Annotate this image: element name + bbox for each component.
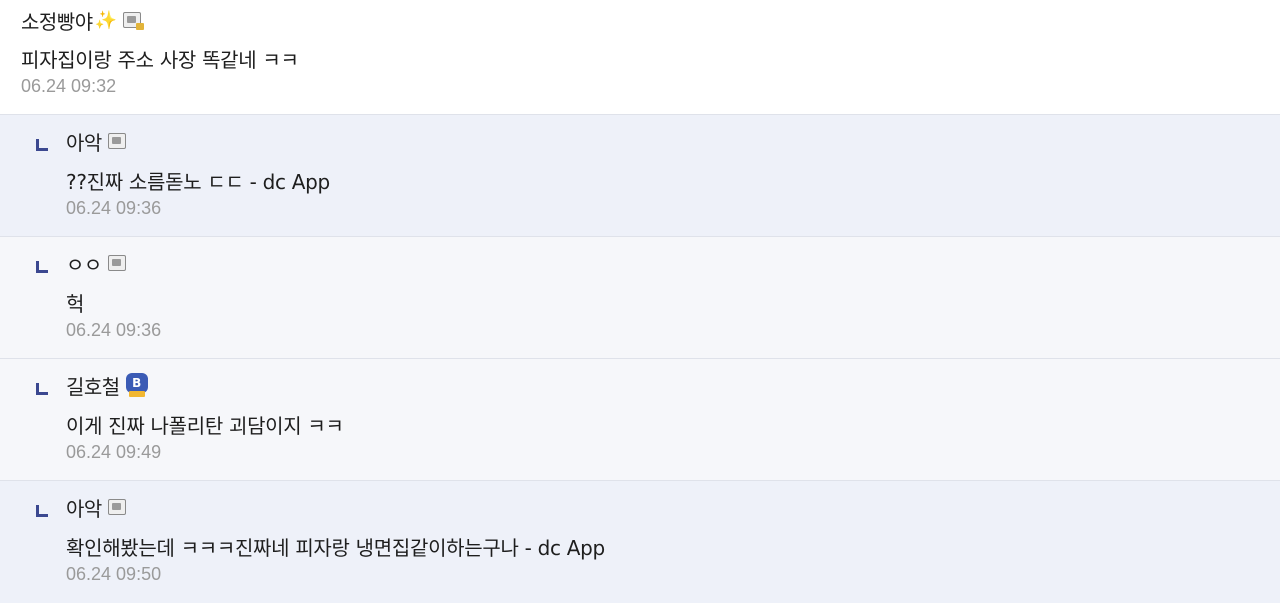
reply-item: 아악 확인해봤는데 ㅋㅋㅋ진짜네 피자랑 냉면집같이하는구나 - dc App … xyxy=(0,481,1280,603)
badge-ribbon xyxy=(128,391,145,397)
reply-text: 이게 진짜 나폴리탄 괴담이지 ㅋㅋ xyxy=(66,414,344,438)
reply-author-line: 아악 xyxy=(66,127,1280,155)
fixed-nick-lock-icon xyxy=(123,12,145,30)
reply-item: 길호철 B 이게 진짜 나폴리탄 괴담이지 ㅋㅋ 06.24 09:49 xyxy=(0,359,1280,481)
fixed-nick-icon xyxy=(107,499,126,515)
reply-author[interactable]: ㅇㅇ xyxy=(66,249,102,278)
reply-text: 헉 xyxy=(66,292,85,316)
manager-badge-icon: B xyxy=(125,373,148,397)
reply-date: 06.24 09:36 xyxy=(66,198,162,218)
reply-text: 확인해봤는데 ㅋㅋㅋ진짜네 피자랑 냉면집같이하는구나 - dc App xyxy=(66,536,605,560)
reply-item: ㅇㅇ 헉 06.24 09:36 xyxy=(0,237,1280,359)
comment-author-line: 소정빵야 ✨ xyxy=(21,6,1280,34)
reply-author-line: 길호철 B xyxy=(66,371,1280,399)
comment-author[interactable]: 소정빵야 xyxy=(21,6,93,35)
reply-author[interactable]: 길호철 xyxy=(66,371,120,400)
reply-arrow-icon xyxy=(36,383,48,395)
reply-text: ??진짜 소름돋노 ㄷㄷ - dc App xyxy=(66,170,330,194)
comment-item: 소정빵야 ✨ 피자집이랑 주소 사장 똑같네 ㅋㅋ 06.24 09:32 xyxy=(0,0,1280,115)
reply-date: 06.24 09:50 xyxy=(66,564,162,584)
reply-author[interactable]: 아악 xyxy=(66,493,102,522)
reply-arrow-icon xyxy=(36,261,48,273)
reply-date: 06.24 09:49 xyxy=(66,442,162,462)
reply-author-line: 아악 xyxy=(66,493,1280,521)
reply-arrow-icon xyxy=(36,139,48,151)
reply-author[interactable]: 아악 xyxy=(66,127,102,156)
badge-letter: B xyxy=(125,373,148,393)
comment-thread: 소정빵야 ✨ 피자집이랑 주소 사장 똑같네 ㅋㅋ 06.24 09:32 아악… xyxy=(0,0,1280,603)
sparkle-emoji: ✨ xyxy=(94,9,118,31)
comment-text: 피자집이랑 주소 사장 똑같네 ㅋㅋ xyxy=(21,48,299,72)
reply-arrow-icon xyxy=(36,505,48,517)
fixed-nick-icon xyxy=(107,255,126,271)
fixed-nick-icon xyxy=(107,133,126,149)
reply-author-line: ㅇㅇ xyxy=(66,249,1280,277)
reply-date: 06.24 09:36 xyxy=(66,320,162,340)
reply-item: 아악 ??진짜 소름돋노 ㄷㄷ - dc App 06.24 09:36 xyxy=(0,115,1280,237)
comment-date: 06.24 09:32 xyxy=(21,76,117,96)
